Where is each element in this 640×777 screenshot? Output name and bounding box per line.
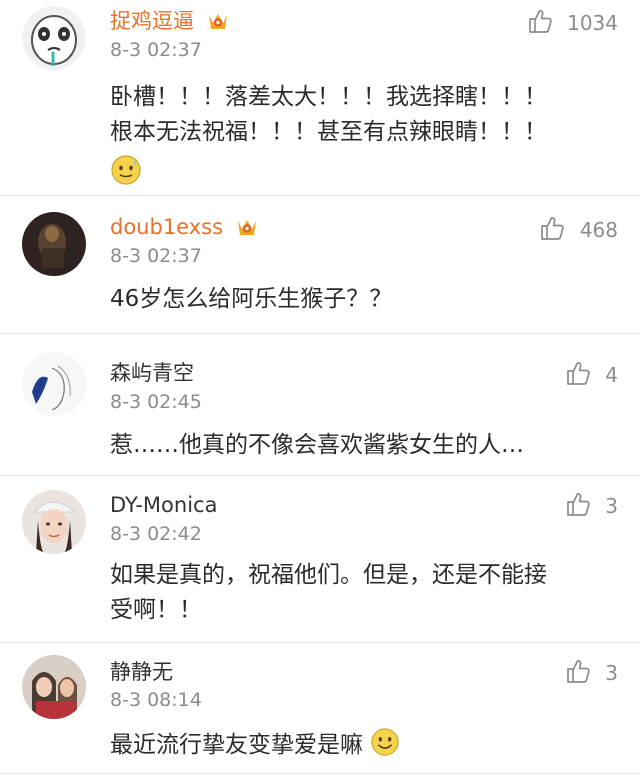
thumbs-up-icon [565, 491, 591, 517]
comment-line: 46岁怎么给阿乐生猴子？？ [110, 286, 393, 312]
vip-badge-icon [207, 11, 229, 31]
username-text[interactable]: 捉鸡逗逼 [110, 9, 194, 33]
comment-time: 8-3 02:42 [110, 523, 202, 545]
username[interactable]: DY-Monica [110, 491, 217, 519]
comment-line: 最近流行挚友变挚爱是嘛 [110, 732, 363, 758]
comment-time: 8-3 02:37 [110, 245, 202, 267]
comment-line: 如果是真的，祝福他们。但是，还是不能接 [110, 562, 547, 588]
dark-photo-avatar[interactable] [22, 212, 86, 276]
panda-meme-avatar[interactable] [22, 6, 86, 70]
comment-text: 最近流行挚友变挚爱是嘛 [110, 727, 610, 763]
comment-time: 8-3 08:14 [110, 689, 202, 711]
smile-emoji [371, 728, 399, 756]
like-count: 1034 [567, 11, 618, 35]
username[interactable]: 森屿青空 [110, 359, 194, 387]
thumbs-up-icon [565, 360, 591, 386]
like-button[interactable]: 3 [565, 658, 618, 685]
like-count: 468 [579, 218, 618, 242]
like-button[interactable]: 3 [565, 491, 618, 518]
comment-item: DY-Monica 8-3 02:42 3 如果是真的，祝福他们。但是，还是不能… [0, 476, 640, 643]
comment-text: 惹……他真的不像会喜欢酱紫女生的人… [110, 428, 610, 463]
comment-time: 8-3 02:45 [110, 391, 202, 413]
like-button[interactable]: 4 [565, 360, 618, 387]
girl-photo-avatar[interactable] [22, 490, 86, 554]
like-button[interactable]: 1034 [527, 8, 618, 35]
girls-photo-avatar[interactable] [22, 655, 86, 719]
username-text[interactable]: 森屿青空 [110, 361, 194, 385]
thumbs-up-icon [539, 215, 565, 241]
like-count: 4 [605, 363, 618, 387]
username[interactable]: 静静无 [110, 658, 173, 686]
like-count: 3 [605, 494, 618, 518]
like-count: 3 [605, 661, 618, 685]
username-text[interactable]: DY-Monica [110, 493, 217, 517]
comment-item: doub1exss 8-3 02:37 468 46岁怎么给阿乐生猴子？？ [0, 196, 640, 334]
comment-item: 静静无 8-3 08:14 3 最近流行挚友变挚爱是嘛 [0, 643, 640, 777]
thumbs-up-icon [527, 8, 553, 34]
comment-line: 根本无法祝福！！！甚至有点辣眼睛！！！ [110, 119, 547, 145]
comment-time: 8-3 02:37 [110, 39, 202, 61]
divider [0, 773, 640, 774]
sketch-avatar[interactable] [22, 352, 86, 416]
comment-text: 46岁怎么给阿乐生猴子？？ [110, 282, 610, 317]
comment-line: 受啊！！ [110, 597, 202, 623]
username[interactable]: 捉鸡逗逼 [110, 7, 229, 35]
sweat-smile-emoji [111, 155, 141, 185]
like-button[interactable]: 468 [539, 215, 618, 242]
comment-line: 卧槽！！！落差太大！！！我选择瞎！！！ [110, 84, 547, 110]
username[interactable]: doub1exss [110, 213, 258, 241]
comment-text: 如果是真的，祝福他们。但是，还是不能接 受啊！！ [110, 558, 610, 628]
username-text[interactable]: 静静无 [110, 660, 173, 684]
thumbs-up-icon [565, 658, 591, 684]
comment-line: 惹……他真的不像会喜欢酱紫女生的人… [110, 432, 524, 458]
vip-badge-icon [236, 217, 258, 237]
username-text[interactable]: doub1exss [110, 215, 223, 239]
comment-item: 森屿青空 8-3 02:45 4 惹……他真的不像会喜欢酱紫女生的人… [0, 334, 640, 476]
comment-item: 捉鸡逗逼 8-3 02:37 1034 卧槽！！！落差太大！！！我选择瞎！！！ … [0, 0, 640, 196]
comment-text: 卧槽！！！落差太大！！！我选择瞎！！！ 根本无法祝福！！！甚至有点辣眼睛！！！ [110, 80, 610, 192]
